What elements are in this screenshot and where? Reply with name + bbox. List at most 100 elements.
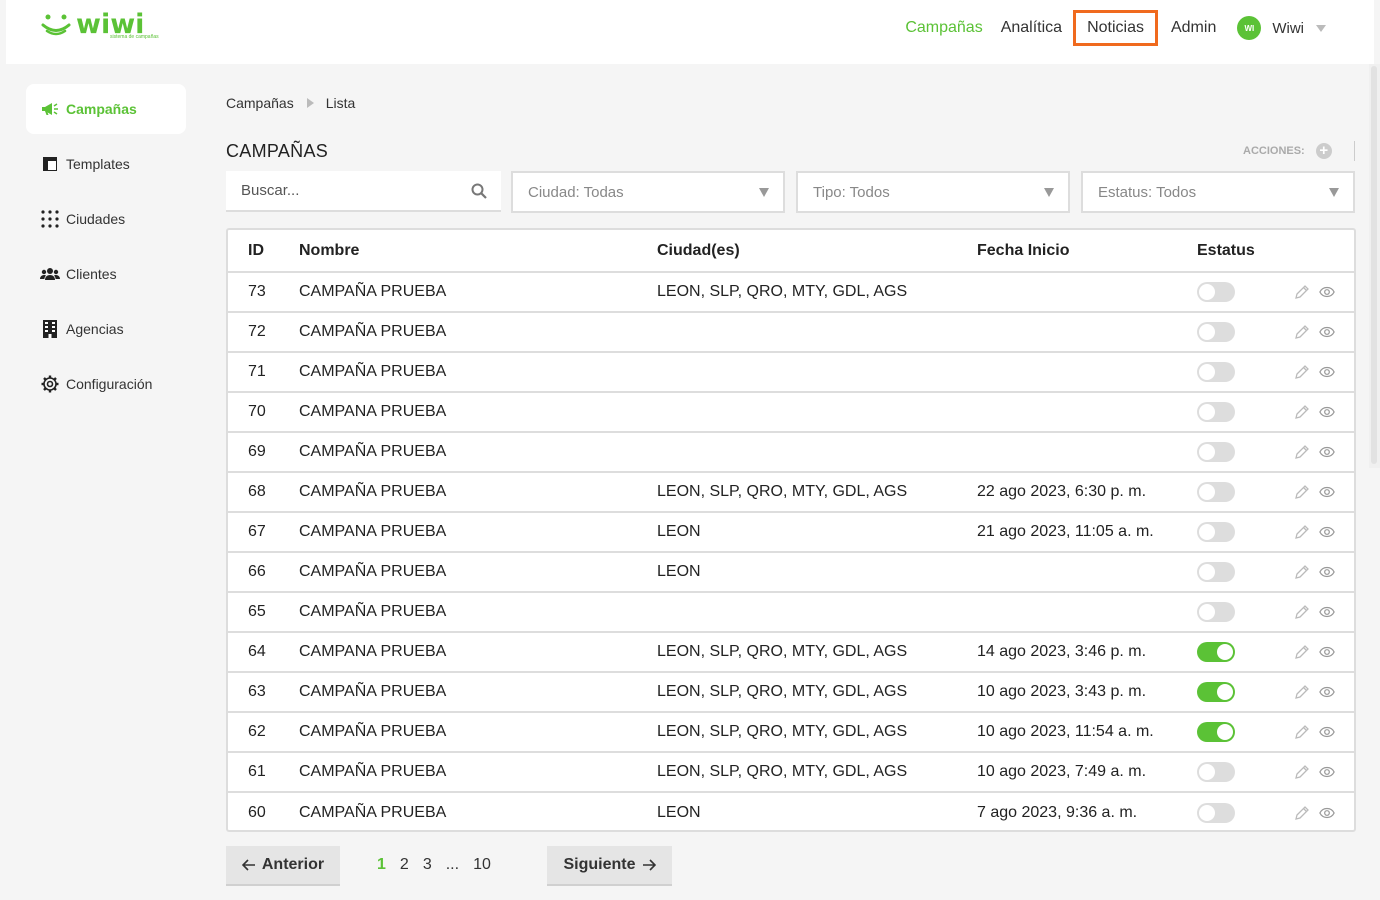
view-eye-icon[interactable]	[1319, 524, 1335, 540]
column-header-start-date[interactable]: Fecha Inicio	[977, 242, 1197, 260]
status-toggle[interactable]	[1197, 322, 1235, 342]
sidebar-item-clientes[interactable]: Clientes	[26, 249, 186, 299]
status-toggle[interactable]	[1197, 482, 1235, 502]
type-filter-select[interactable]: Tipo: Todos	[796, 171, 1070, 213]
edit-pencil-icon[interactable]	[1293, 484, 1309, 500]
status-filter-select[interactable]: Estatus: Todos	[1081, 171, 1355, 213]
user-menu[interactable]: WI Wiwi	[1237, 16, 1326, 40]
table-row: 66 CAMPAÑA PRUEBA LEON	[228, 553, 1354, 593]
nav-noticias[interactable]: Noticias	[1073, 10, 1158, 46]
sidebar-item-label: Templates	[66, 156, 130, 172]
table-row: 70 CAMPANA PRUEBA	[228, 393, 1354, 433]
add-icon[interactable]: +	[1315, 143, 1332, 159]
table-row: 61 CAMPAÑA PRUEBA LEON, SLP, QRO, MTY, GDL…	[228, 753, 1354, 793]
edit-pencil-icon[interactable]	[1293, 684, 1309, 700]
nav-analitica[interactable]: Analítica	[1001, 19, 1062, 37]
table-row: 72 CAMPAÑA PRUEBA	[228, 313, 1354, 353]
view-eye-icon[interactable]	[1319, 684, 1335, 700]
view-eye-icon[interactable]	[1319, 805, 1335, 821]
view-eye-icon[interactable]	[1319, 564, 1335, 580]
view-eye-icon[interactable]	[1319, 364, 1335, 380]
search-input[interactable]	[226, 182, 456, 199]
page-2[interactable]: 2	[400, 856, 409, 874]
column-header-cities[interactable]: Ciudad(es)	[657, 242, 977, 260]
status-toggle[interactable]	[1197, 282, 1235, 302]
view-eye-icon[interactable]	[1319, 484, 1335, 500]
edit-pencil-icon[interactable]	[1293, 284, 1309, 300]
status-toggle[interactable]	[1197, 362, 1235, 382]
edit-pencil-icon[interactable]	[1293, 404, 1309, 420]
breadcrumb-separator-icon	[306, 98, 314, 108]
row-actions	[1287, 644, 1335, 660]
cell-name: CAMPAÑA PRUEBA	[299, 683, 447, 700]
column-header-id[interactable]: ID	[228, 242, 299, 260]
sidebar-item-campanas[interactable]: Campañas	[26, 84, 186, 134]
cell-id: 62	[248, 723, 266, 740]
page-3[interactable]: 3	[423, 856, 432, 874]
city-filter-select[interactable]: Ciudad: Todas	[511, 171, 785, 213]
cell-cities: LEON, SLP, QRO, MTY, GDL, AGS	[657, 643, 908, 660]
scrollbar-thumb[interactable]	[1371, 66, 1377, 464]
users-icon	[40, 265, 60, 283]
edit-pencil-icon[interactable]	[1293, 644, 1309, 660]
row-actions	[1287, 404, 1335, 420]
campaigns-table: ID Nombre Ciudad(es) Fecha Inicio Estatu…	[226, 228, 1356, 832]
edit-pencil-icon[interactable]	[1293, 764, 1309, 780]
edit-pencil-icon[interactable]	[1293, 805, 1309, 821]
status-toggle[interactable]	[1197, 642, 1235, 662]
page-title: CAMPAÑAS	[226, 141, 329, 161]
cell-id: 69	[248, 443, 266, 460]
status-toggle[interactable]	[1197, 522, 1235, 542]
cell-status	[1197, 322, 1287, 342]
view-eye-icon[interactable]	[1319, 324, 1335, 340]
status-toggle[interactable]	[1197, 442, 1235, 462]
brand-logo[interactable]: wiwi sistema de campañas	[40, 11, 159, 40]
edit-pencil-icon[interactable]	[1293, 324, 1309, 340]
row-actions	[1287, 564, 1335, 580]
previous-page-button[interactable]: Anterior	[226, 846, 340, 886]
view-eye-icon[interactable]	[1319, 404, 1335, 420]
edit-pencil-icon[interactable]	[1293, 444, 1309, 460]
cell-status	[1197, 522, 1287, 542]
sidebar-item-agencias[interactable]: Agencias	[26, 304, 186, 354]
previous-page-label: Anterior	[261, 856, 325, 873]
status-toggle[interactable]	[1197, 402, 1235, 422]
sidebar-item-templates[interactable]: Templates	[26, 139, 186, 189]
view-eye-icon[interactable]	[1319, 764, 1335, 780]
cell-status	[1197, 562, 1287, 582]
status-toggle[interactable]	[1197, 562, 1235, 582]
breadcrumb-root[interactable]: Campañas	[226, 95, 294, 111]
status-toggle[interactable]	[1197, 602, 1235, 622]
search-icon[interactable]	[471, 183, 487, 204]
edit-pencil-icon[interactable]	[1293, 564, 1309, 580]
table-row: 60 CAMPAÑA PRUEBA LEON 7 ago 2023, 9:36 a. …	[228, 793, 1354, 833]
cell-id: 63	[248, 683, 266, 700]
page-1[interactable]: 1	[377, 856, 386, 874]
column-header-status[interactable]: Estatus	[1197, 242, 1287, 260]
status-toggle[interactable]	[1197, 803, 1235, 823]
nav-admin[interactable]: Admin	[1171, 19, 1216, 37]
status-toggle[interactable]	[1197, 682, 1235, 702]
view-eye-icon[interactable]	[1319, 604, 1335, 620]
status-toggle[interactable]	[1197, 722, 1235, 742]
status-toggle[interactable]	[1197, 762, 1235, 782]
cell-status	[1197, 602, 1287, 622]
sidebar-item-configuracion[interactable]: Configuración	[26, 359, 186, 409]
edit-pencil-icon[interactable]	[1293, 604, 1309, 620]
sidebar-item-ciudades[interactable]: Ciudades	[26, 194, 186, 244]
edit-pencil-icon[interactable]	[1293, 364, 1309, 380]
nav-campanas[interactable]: Campañas	[905, 19, 982, 37]
view-eye-icon[interactable]	[1319, 724, 1335, 740]
view-eye-icon[interactable]	[1319, 284, 1335, 300]
edit-pencil-icon[interactable]	[1293, 724, 1309, 740]
cell-name: CAMPANA PRUEBA	[299, 403, 447, 420]
page-10[interactable]: 10	[473, 856, 491, 874]
column-header-name[interactable]: Nombre	[299, 242, 657, 260]
top-bar: wiwi sistema de campañas Campañas Analít…	[6, 0, 1374, 64]
edit-pencil-icon[interactable]	[1293, 524, 1309, 540]
cell-start-date: 7 ago 2023, 9:36 a. m.	[977, 804, 1138, 821]
view-eye-icon[interactable]	[1319, 444, 1335, 460]
view-eye-icon[interactable]	[1319, 644, 1335, 660]
table-row: 67 CAMPANA PRUEBA LEON 21 ago 2023, 11:05 a…	[228, 513, 1354, 553]
next-page-button[interactable]: Siguiente	[547, 846, 672, 886]
